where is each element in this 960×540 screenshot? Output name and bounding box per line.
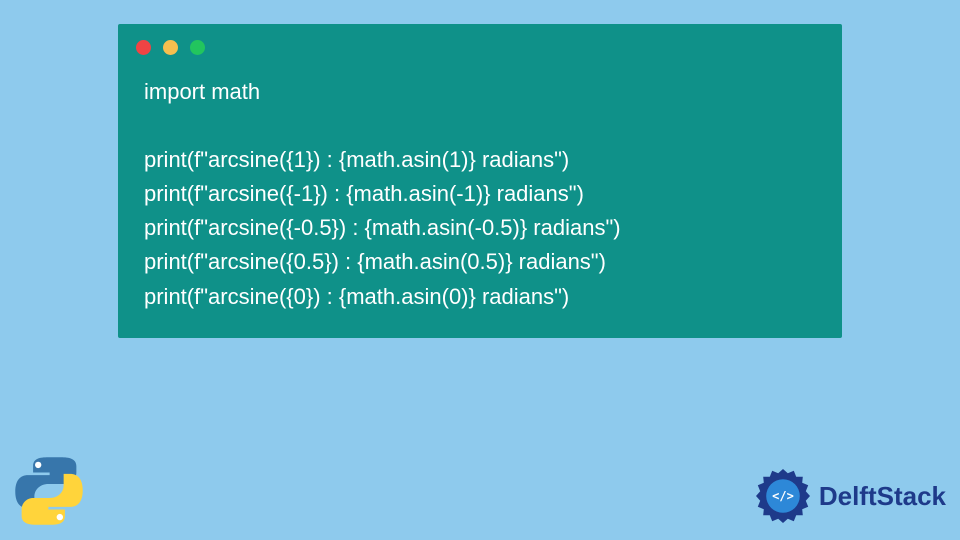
delftstack-logo: </> DelftStack — [753, 466, 946, 526]
maximize-icon — [190, 40, 205, 55]
brand-name: DelftStack — [819, 481, 946, 512]
svg-text:</>: </> — [772, 489, 794, 503]
gear-badge-icon: </> — [753, 466, 813, 526]
close-icon — [136, 40, 151, 55]
code-window: import math print(f"arcsine({1}) : {math… — [118, 24, 842, 338]
window-controls — [118, 24, 842, 63]
minimize-icon — [163, 40, 178, 55]
code-content: import math print(f"arcsine({1}) : {math… — [118, 63, 842, 314]
python-logo-icon — [14, 456, 84, 526]
